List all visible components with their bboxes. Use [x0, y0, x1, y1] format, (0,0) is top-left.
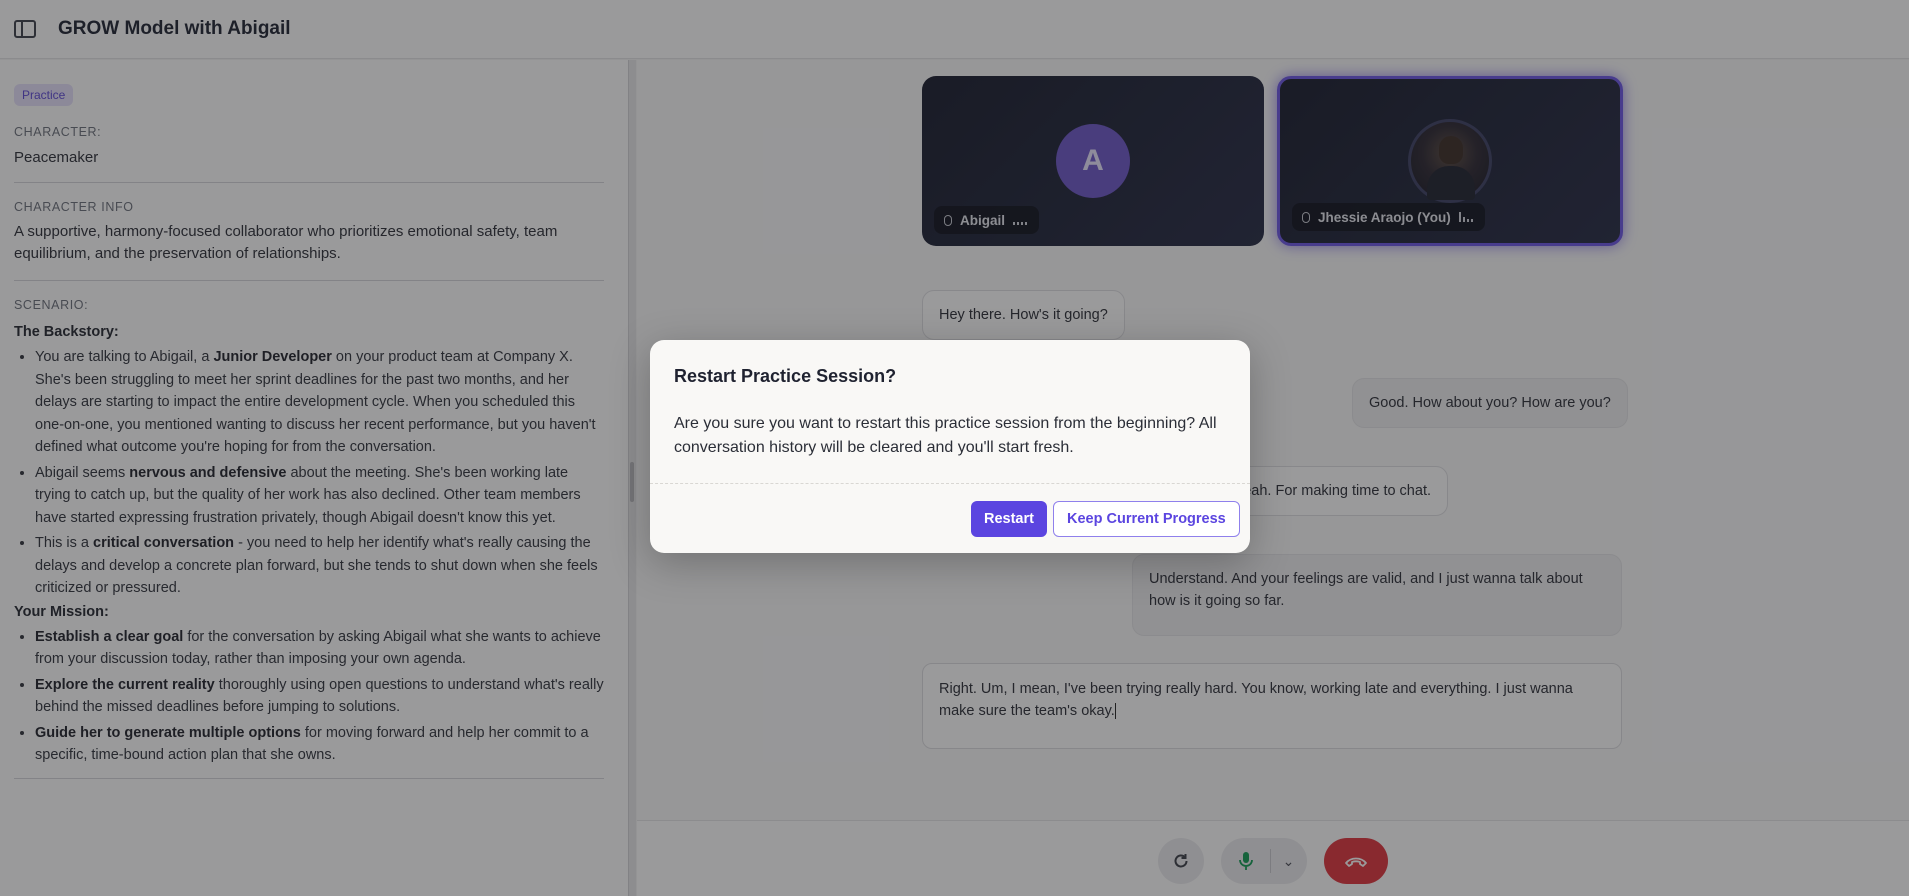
restart-dialog: Restart Practice Session? Are you sure y… [650, 340, 1250, 553]
dialog-title: Restart Practice Session? [674, 366, 897, 386]
dialog-message: Are you sure you want to restart this pr… [674, 415, 1217, 456]
divider [650, 483, 1250, 484]
restart-button[interactable]: Restart [971, 501, 1047, 537]
keep-progress-button[interactable]: Keep Current Progress [1053, 501, 1240, 537]
